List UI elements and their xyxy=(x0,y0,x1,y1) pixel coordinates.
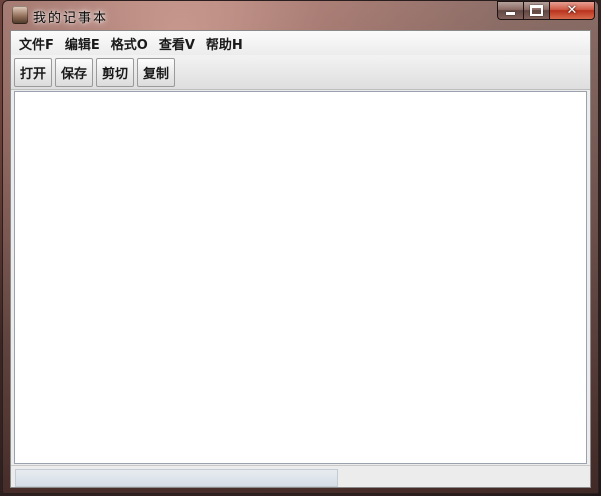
status-bar xyxy=(11,465,590,487)
text-editor-area[interactable] xyxy=(14,91,587,464)
menu-format[interactable]: 格式O xyxy=(106,34,154,53)
cut-button[interactable]: 剪切 xyxy=(96,57,135,87)
minimize-button[interactable] xyxy=(497,1,523,20)
save-button[interactable]: 保存 xyxy=(55,57,94,87)
open-button[interactable]: 打开 xyxy=(14,57,53,87)
client-area: 文件F 编辑E 格式O 查看V 帮助H 打开 保存 剪切 复制 xyxy=(10,30,591,488)
title-bar[interactable]: 我的记事本 ✕ xyxy=(3,1,598,30)
menu-edit[interactable]: 编辑E xyxy=(60,34,106,53)
maximize-icon xyxy=(530,5,543,16)
toolbar: 打开 保存 剪切 复制 xyxy=(11,55,590,90)
menu-bar: 文件F 编辑E 格式O 查看V 帮助H xyxy=(11,31,590,55)
copy-button[interactable]: 复制 xyxy=(137,57,176,87)
close-button[interactable]: ✕ xyxy=(549,1,595,20)
menu-help[interactable]: 帮助H xyxy=(201,34,249,53)
notepad-window: 我的记事本 ✕ 文件F 编辑E 格式O 查看V 帮助H 打开 保存 剪切 复制 xyxy=(2,0,599,494)
caption-buttons: ✕ xyxy=(497,1,595,20)
close-icon: ✕ xyxy=(566,3,578,18)
maximize-button[interactable] xyxy=(523,1,549,20)
window-title: 我的记事本 xyxy=(33,11,109,26)
menu-file[interactable]: 文件F xyxy=(14,34,60,53)
notepad-app-icon xyxy=(12,6,28,24)
menu-view[interactable]: 查看V xyxy=(154,34,201,53)
status-text-field xyxy=(15,469,338,487)
minimize-icon xyxy=(506,12,515,15)
